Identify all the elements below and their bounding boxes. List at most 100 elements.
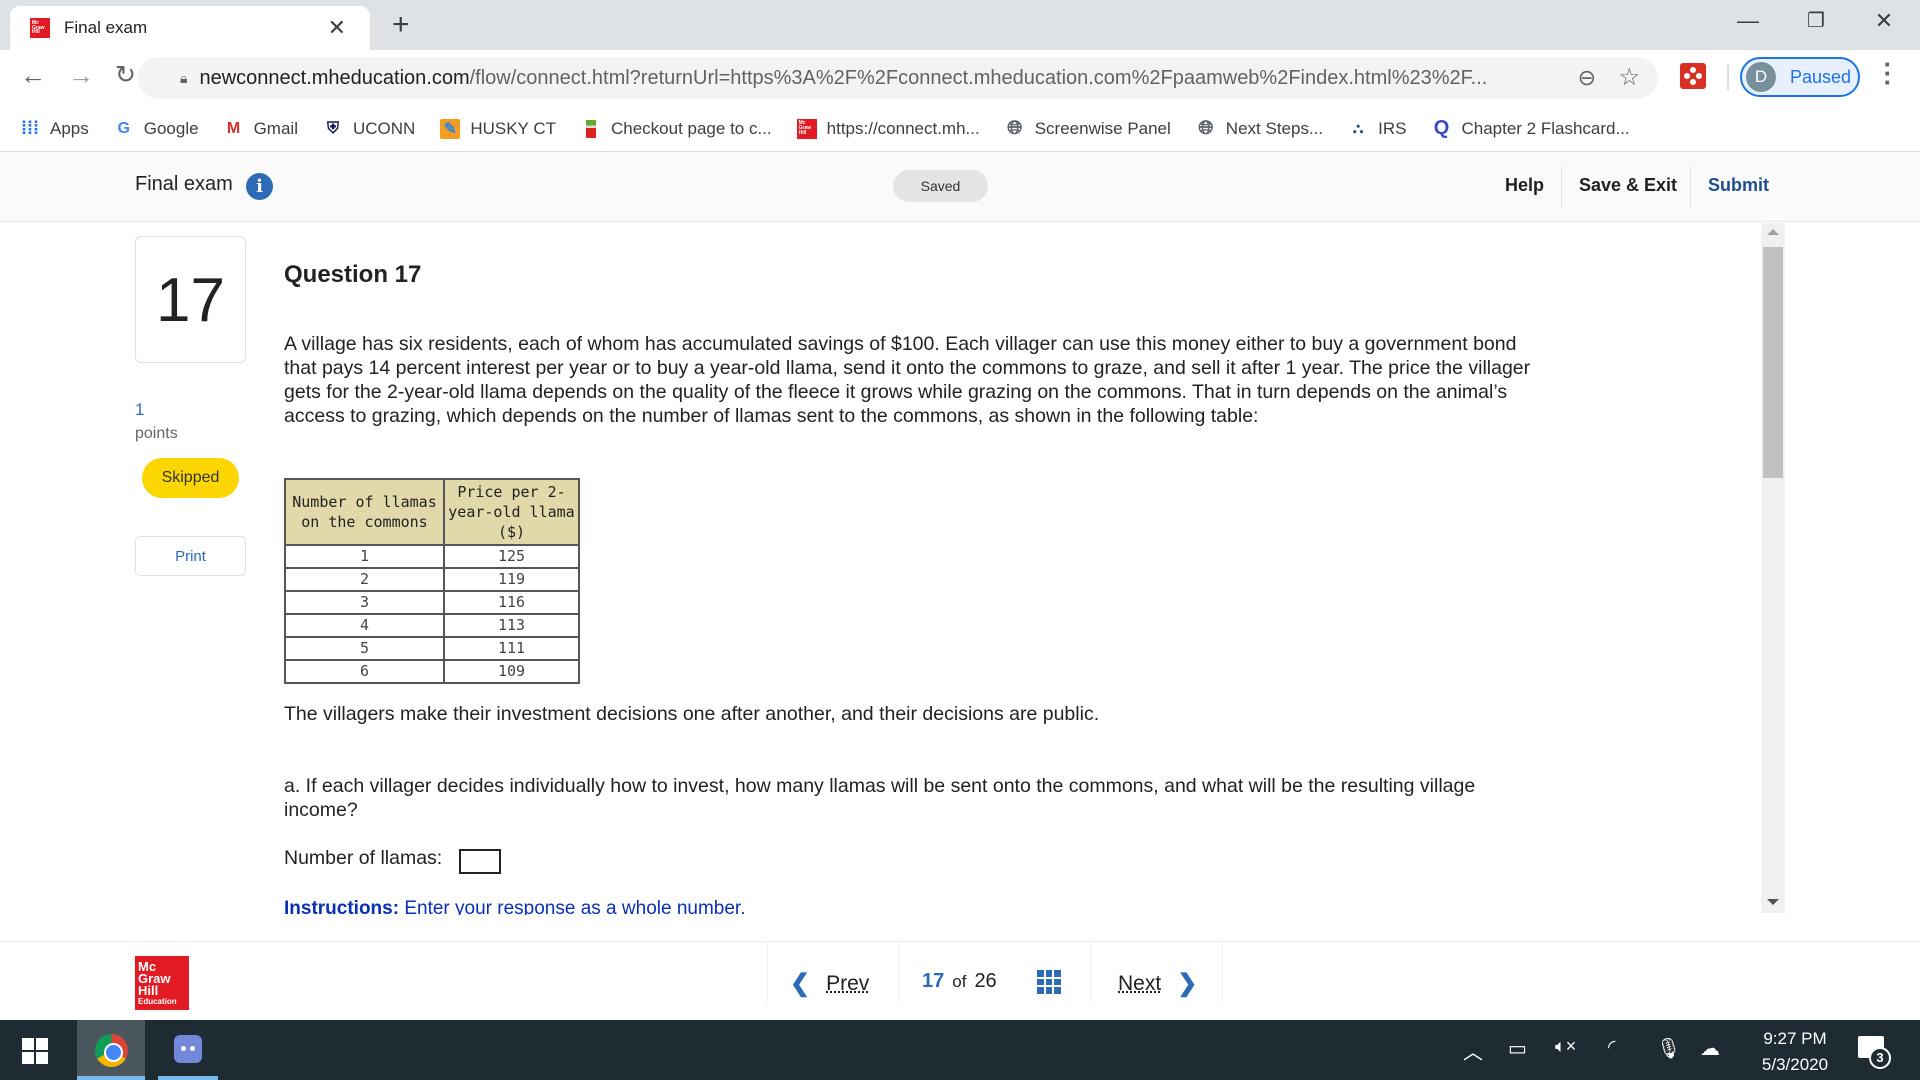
scroll-up-arrow-icon[interactable] [1767,229,1779,235]
bookmark-gmail[interactable]: M Gmail [224,119,298,139]
browser-toolbar: ← → ↻ 🔒︎ newconnect.mheducation.com/flow… [0,50,1920,106]
cell-llamas: 2 [284,567,445,592]
cell-llamas: 6 [284,659,445,684]
zoom-out-icon[interactable]: ⊖ [1578,65,1596,91]
exam-header: Final exam i Saved Help Save & Exit Subm… [0,153,1920,222]
notification-count-badge: 3 [1869,1047,1891,1069]
taskbar-discord[interactable] [158,1020,218,1080]
scroll-down-arrow-icon[interactable] [1767,899,1779,905]
battery-icon[interactable]: ▭ [1508,1036,1527,1061]
wifi-icon[interactable]: ◜ [1608,1036,1615,1059]
minimize-icon[interactable]: — [1728,8,1768,34]
submit-button[interactable]: Submit [1708,175,1769,196]
question-grid-icon[interactable] [1037,970,1061,994]
bookmark-irs[interactable]: ⛬ IRS [1348,119,1407,139]
table-row: 4 113 [284,613,580,638]
window-close-icon[interactable]: ✕ [1864,8,1904,34]
system-clock[interactable]: 9:27 PM 5/3/2020 [1740,1026,1850,1078]
page-indicator: 17 of 26 [922,970,997,992]
back-arrow-icon[interactable]: ← [20,60,46,91]
cell-price: 111 [443,636,580,661]
lock-icon[interactable]: 🔒︎ [180,70,187,87]
question-part-a: a. If each villager decides individually… [284,775,1476,821]
more-menu-icon[interactable]: · · · [1880,51,1896,95]
bookmarks-bar: ⁞⁞⁞ Apps G Google M Gmail ⛨ UCONN ✎ HUSK… [0,106,1920,152]
help-link[interactable]: Help [1505,175,1544,196]
bookmark-husky-ct[interactable]: ✎ HUSKY CT [440,118,556,139]
discord-icon [174,1035,202,1063]
points-label: points [135,425,178,442]
url-text[interactable]: newconnect.mheducation.com/flow/connect.… [199,67,1487,90]
scrollbar-thumb[interactable] [1763,247,1783,478]
cell-llamas: 3 [284,590,445,615]
bookmark-uconn[interactable]: ⛨ UCONN [323,119,415,139]
cell-price: 113 [443,613,580,638]
bookmark-star-icon[interactable]: ☆ [1618,63,1640,92]
restore-icon[interactable]: ❐ [1796,8,1836,33]
question-number-card: 17 [135,236,246,363]
llama-price-table: Number of llamas on the commons Price pe… [284,478,580,684]
bookmark-connect[interactable]: Mc Graw Hill https://connect.mh... [796,118,980,139]
extension-icon[interactable] [1680,63,1706,89]
bookmark-checkout[interactable]: Checkout page to c... [581,119,772,139]
table-row: 5 111 [284,636,580,661]
print-button[interactable]: Print [135,536,246,576]
table-row: 2 119 [284,567,580,592]
column-header-llamas: Number of llamas on the commons [284,478,445,546]
show-hidden-icons-chevron-icon[interactable]: ︿ [1463,1036,1483,1065]
bookmark-screenwise[interactable]: 🌐︎ Screenwise Panel [1005,117,1171,139]
column-header-price: Price per 2-year-old llama ($) [443,478,580,546]
question-note: The villagers make their investment deci… [284,703,1100,725]
browser-tab[interactable]: Mc Graw Hill Final exam ✕ [10,6,370,50]
save-exit-button[interactable]: Save & Exit [1579,175,1677,196]
cloud-upload-icon[interactable]: ☁︎ [1700,1036,1720,1061]
question-title: Question 17 [284,261,422,288]
cell-price: 109 [443,659,580,684]
uconn-icon: ⛨ [326,119,339,137]
table-row: 3 116 [284,590,580,615]
tab-title: Final exam [64,18,148,37]
number-of-llamas-input[interactable] [459,849,501,874]
table-row: 1 125 [284,544,580,569]
bookmark-apps[interactable]: ⁞⁞⁞ Apps [20,118,89,139]
windows-start-icon[interactable] [22,1038,48,1064]
reload-icon[interactable]: ↻ [115,60,136,90]
new-tab-button[interactable]: + [392,8,410,42]
profile-button[interactable]: D Paused [1740,57,1860,97]
cell-llamas: 5 [284,636,445,661]
irs-icon: ⛬ [1352,120,1364,137]
number-of-llamas-label: Number of llamas: [284,847,443,869]
mcgraw-hill-icon: Mc Graw Hill [796,118,817,139]
saved-status-badge: Saved [893,170,988,202]
content-scrollbar[interactable] [1761,223,1785,913]
avatar: D [1746,62,1776,92]
toolbar-divider [1727,64,1729,90]
forward-arrow-icon[interactable]: → [68,60,94,91]
close-tab-icon[interactable]: ✕ [328,15,346,41]
question-body: A village has six residents, each of who… [284,333,1531,427]
bookmark-quizlet[interactable]: Q Chapter 2 Flashcard... [1431,117,1630,139]
footer-divider [767,942,768,1002]
info-icon[interactable]: i [246,173,273,200]
checkout-icon [581,119,601,139]
quizlet-icon: Q [1433,117,1450,139]
globe-icon: 🌐︎ [1007,117,1023,139]
bookmark-next-steps[interactable]: 🌐︎ Next Steps... [1196,118,1323,139]
exam-title: Final exam [135,173,233,195]
cell-llamas: 4 [284,613,445,638]
address-bar[interactable]: 🔒︎ newconnect.mheducation.com/flow/conne… [138,57,1658,99]
cell-price: 116 [443,590,580,615]
volume-muted-icon[interactable]: 🔈︎× [1555,1036,1576,1057]
windows-taskbar: ︿ ▭ 🔈︎× ◜ 🎙︎ ☁︎ 9:27 PM 5/3/2020 3 [0,1020,1920,1080]
taskbar-chrome[interactable] [77,1020,145,1080]
bookmark-google[interactable]: G Google [114,119,199,139]
cell-llamas: 1 [284,544,445,569]
gmail-icon: M [226,119,241,137]
next-button[interactable]: Next ❯ [1102,969,1197,998]
points-value: 1 [135,400,145,419]
table-header-row: Number of llamas on the commons Price pe… [284,478,580,546]
prev-button[interactable]: ❮ Prev [790,969,885,998]
footer-divider [898,942,899,1002]
chevron-right-icon: ❯ [1177,970,1198,997]
microphone-icon[interactable]: 🎙︎ [1656,1036,1681,1061]
